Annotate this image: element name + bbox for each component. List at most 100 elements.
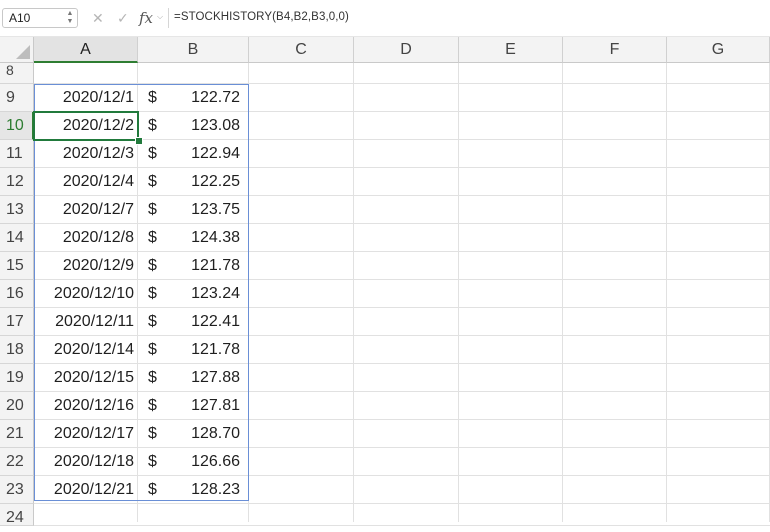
cell-a12[interactable]: 2020/12/4 bbox=[34, 168, 138, 196]
cell-a19[interactable]: 2020/12/15 bbox=[34, 364, 138, 392]
column-header-g[interactable]: G bbox=[667, 37, 770, 63]
cell-b20[interactable]: 127.81 bbox=[160, 392, 240, 420]
cell-b23-currency[interactable]: $ bbox=[148, 476, 157, 504]
cell-b18[interactable]: 121.78 bbox=[160, 336, 240, 364]
cell-b11-currency[interactable]: $ bbox=[148, 140, 157, 168]
cell-b23[interactable]: 128.23 bbox=[160, 476, 240, 504]
cell-b12[interactable]: 122.25 bbox=[160, 168, 240, 196]
cell-b16[interactable]: 123.24 bbox=[160, 280, 240, 308]
row-header-17[interactable]: 17 bbox=[0, 308, 34, 336]
cell-b10[interactable]: 123.08 bbox=[160, 112, 240, 140]
row-header-16[interactable]: 16 bbox=[0, 280, 34, 308]
cell-a9[interactable]: 2020/12/1 bbox=[34, 84, 138, 112]
column-header-b[interactable]: B bbox=[138, 37, 249, 63]
spreadsheet-grid[interactable]: ABCDEFG 8 9 2020/12/1 $122.72 10 2020/12/2 $12… bbox=[0, 37, 770, 526]
row-header-15[interactable]: 15 bbox=[0, 252, 34, 280]
cell-a10[interactable]: 2020/12/2 bbox=[34, 112, 138, 140]
gridline bbox=[353, 63, 354, 522]
cell-b22-currency[interactable]: $ bbox=[148, 448, 157, 476]
cell-b12-currency[interactable]: $ bbox=[148, 168, 157, 196]
row-header-13[interactable]: 13 bbox=[0, 196, 34, 224]
row-header-20[interactable]: 20 bbox=[0, 392, 34, 420]
cell-b9[interactable]: 122.72 bbox=[160, 84, 240, 112]
column-header-d[interactable]: D bbox=[354, 37, 459, 63]
gridline bbox=[34, 391, 770, 392]
cell-b15-currency[interactable]: $ bbox=[148, 252, 157, 280]
row-header-8[interactable]: 8 bbox=[0, 63, 34, 84]
gridline bbox=[34, 475, 770, 476]
cell-b13[interactable]: 123.75 bbox=[160, 196, 240, 224]
gridline bbox=[34, 167, 770, 168]
formula-separator bbox=[168, 8, 169, 28]
gridline bbox=[458, 63, 459, 522]
column-header-e[interactable]: E bbox=[459, 37, 563, 63]
gridline bbox=[34, 419, 770, 420]
row-header-12[interactable]: 12 bbox=[0, 168, 34, 196]
cancel-icon[interactable]: ✕ bbox=[92, 10, 104, 27]
cell-b15[interactable]: 121.78 bbox=[160, 252, 240, 280]
cell-a14[interactable]: 2020/12/8 bbox=[34, 224, 138, 252]
cell-a15[interactable]: 2020/12/9 bbox=[34, 252, 138, 280]
cell-a20[interactable]: 2020/12/16 bbox=[34, 392, 138, 420]
gridline bbox=[34, 83, 770, 84]
row-header-19[interactable]: 19 bbox=[0, 364, 34, 392]
gridline bbox=[666, 63, 667, 522]
cell-a16[interactable]: 2020/12/10 bbox=[34, 280, 138, 308]
cell-b19-currency[interactable]: $ bbox=[148, 364, 157, 392]
select-all-button[interactable] bbox=[0, 37, 34, 63]
cell-a21[interactable]: 2020/12/17 bbox=[34, 420, 138, 448]
cell-b14-currency[interactable]: $ bbox=[148, 224, 157, 252]
cell-a23[interactable]: 2020/12/21 bbox=[34, 476, 138, 504]
cell-b20-currency[interactable]: $ bbox=[148, 392, 157, 420]
formula-bar: A10 ▲ ▼ ✕ ✓ fx ⌵ =STOCKHISTORY(B4,B2,B3,0… bbox=[0, 0, 770, 37]
formula-input[interactable]: =STOCKHISTORY(B4,B2,B3,0,0) bbox=[174, 11, 349, 23]
cell-a18[interactable]: 2020/12/14 bbox=[34, 336, 138, 364]
column-header-c[interactable]: C bbox=[249, 37, 354, 63]
name-box-value: A10 bbox=[9, 11, 31, 25]
row-header-18[interactable]: 18 bbox=[0, 336, 34, 364]
gridline bbox=[34, 195, 770, 196]
gridline bbox=[34, 139, 770, 140]
name-box-stepper-icon[interactable]: ▲ ▼ bbox=[66, 10, 74, 26]
cell-b16-currency[interactable]: $ bbox=[148, 280, 157, 308]
cell-b21-currency[interactable]: $ bbox=[148, 420, 157, 448]
cell-b14[interactable]: 124.38 bbox=[160, 224, 240, 252]
gridline bbox=[34, 447, 770, 448]
cell-a22[interactable]: 2020/12/18 bbox=[34, 448, 138, 476]
row-header-22[interactable]: 22 bbox=[0, 448, 34, 476]
name-box[interactable]: A10 ▲ ▼ bbox=[2, 8, 78, 28]
cell-b18-currency[interactable]: $ bbox=[148, 336, 157, 364]
row-header-14[interactable]: 14 bbox=[0, 224, 34, 252]
enter-check-icon[interactable]: ✓ bbox=[117, 10, 129, 27]
row-header-21[interactable]: 21 bbox=[0, 420, 34, 448]
cell-b9-currency[interactable]: $ bbox=[148, 84, 157, 112]
row-header-10[interactable]: 10 bbox=[0, 112, 34, 140]
row-header-24[interactable]: 24 bbox=[0, 504, 34, 526]
gridline bbox=[34, 525, 770, 526]
cell-b13-currency[interactable]: $ bbox=[148, 196, 157, 224]
gridline bbox=[34, 307, 770, 308]
gridline bbox=[34, 111, 770, 112]
gridline bbox=[248, 63, 249, 522]
cell-a11[interactable]: 2020/12/3 bbox=[34, 140, 138, 168]
row-header-11[interactable]: 11 bbox=[0, 140, 34, 168]
cell-b17-currency[interactable]: $ bbox=[148, 308, 157, 336]
cell-b22[interactable]: 126.66 bbox=[160, 448, 240, 476]
cell-a13[interactable]: 2020/12/7 bbox=[34, 196, 138, 224]
column-header-f[interactable]: F bbox=[563, 37, 667, 63]
fill-handle[interactable] bbox=[135, 137, 143, 145]
gridline bbox=[34, 335, 770, 336]
select-all-icon bbox=[16, 45, 30, 59]
gridline bbox=[34, 363, 770, 364]
row-header-9[interactable]: 9 bbox=[0, 84, 34, 112]
cell-a17[interactable]: 2020/12/11 bbox=[34, 308, 138, 336]
cell-b17[interactable]: 122.41 bbox=[160, 308, 240, 336]
cell-b21[interactable]: 128.70 bbox=[160, 420, 240, 448]
insert-function-icon[interactable]: fx bbox=[139, 9, 153, 27]
cell-b10-currency[interactable]: $ bbox=[148, 112, 157, 140]
cell-b11[interactable]: 122.94 bbox=[160, 140, 240, 168]
chevron-down-icon[interactable]: ⌵ bbox=[157, 12, 163, 22]
row-header-23[interactable]: 23 bbox=[0, 476, 34, 504]
cell-b19[interactable]: 127.88 bbox=[160, 364, 240, 392]
column-header-a[interactable]: A bbox=[34, 37, 138, 63]
